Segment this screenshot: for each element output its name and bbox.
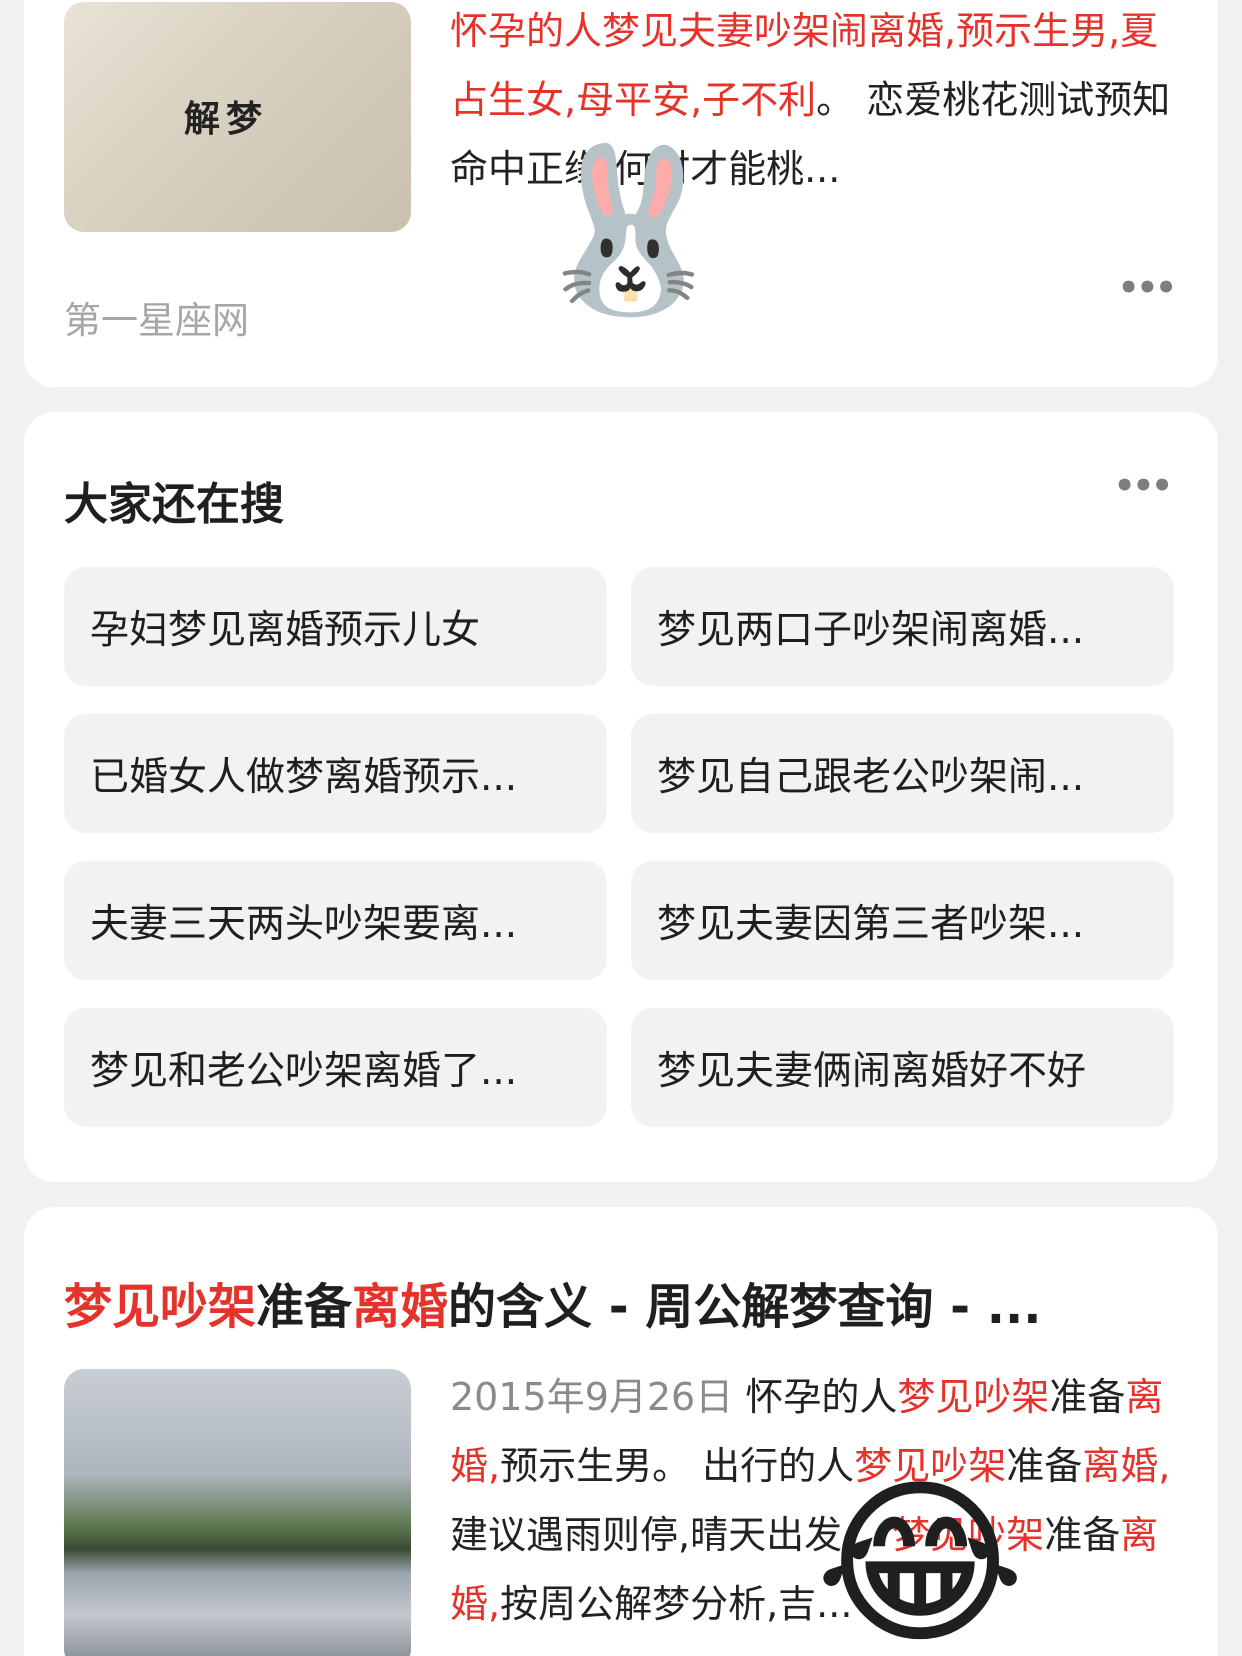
thumbnail-caption: 解梦 [184,98,269,140]
highlighted-keyword: 离婚, [1082,1444,1171,1488]
result-thumbnail[interactable] [64,1369,411,1656]
related-search-item[interactable]: 夫妻三天两头吵架要离... [64,861,607,980]
highlighted-keyword: 梦见吵架 [64,1279,257,1335]
related-search-item[interactable]: 梦见两口子吵架闹离婚... [631,567,1174,686]
related-searches-grid: 孕妇梦见离婚预示儿女 梦见两口子吵架闹离婚... 已婚女人做梦离婚预示... 梦… [64,567,1180,1127]
text-segment: 怀孕的人 [733,1375,898,1419]
result-source[interactable]: 第一星座网 [64,290,249,344]
related-search-item[interactable]: 梦见自己跟老公吵架闹... [631,714,1174,833]
text-segment: 准备 [256,1279,353,1335]
related-searches-card: 大家还在搜 ••• 孕妇梦见离婚预示儿女 梦见两口子吵架闹离婚... 已婚女人做… [24,412,1218,1182]
text-segment: 预示生男。 出行的人 [500,1444,855,1488]
related-search-item[interactable]: 梦见夫妻因第三者吵架... [631,861,1174,980]
related-search-item[interactable]: 孕妇梦见离婚预示儿女 [64,567,607,686]
highlighted-keyword: 梦见吵架 [897,1375,1050,1419]
text-segment: 准备 [1049,1375,1126,1419]
text-segment: 按周公解梦分析,吉... [500,1582,853,1626]
laughing-emoji-sticker-icon: 😂 [815,1460,1026,1656]
related-search-item[interactable]: 梦见夫妻俩闹离婚好不好 [631,1008,1174,1127]
related-search-item[interactable]: 已婚女人做梦离婚预示... [64,714,607,833]
more-options-icon[interactable]: ••• [1118,268,1177,308]
search-result-card-2[interactable]: 梦见吵架准备离婚的含义 - 周公解梦查询 - ... 2015年9月26日 怀孕… [24,1207,1218,1656]
result-thumbnail[interactable]: 解梦 [64,2,411,232]
result-title[interactable]: 梦见吵架准备离婚的含义 - 周公解梦查询 - ... [64,1267,1184,1337]
result-date: 2015年9月26日 [450,1375,734,1419]
more-options-icon[interactable]: ••• [1114,466,1173,506]
text-segment: 准备 [1044,1513,1121,1557]
rabbit-sticker-icon: 🐰 [530,136,730,323]
highlighted-keyword: 离婚 [352,1279,449,1335]
related-search-item[interactable]: 梦见和老公吵架离婚了... [64,1008,607,1127]
related-searches-title: 大家还在搜 [64,479,284,530]
text-segment: 的含义 - 周公解梦查询 - ... [448,1279,1042,1335]
